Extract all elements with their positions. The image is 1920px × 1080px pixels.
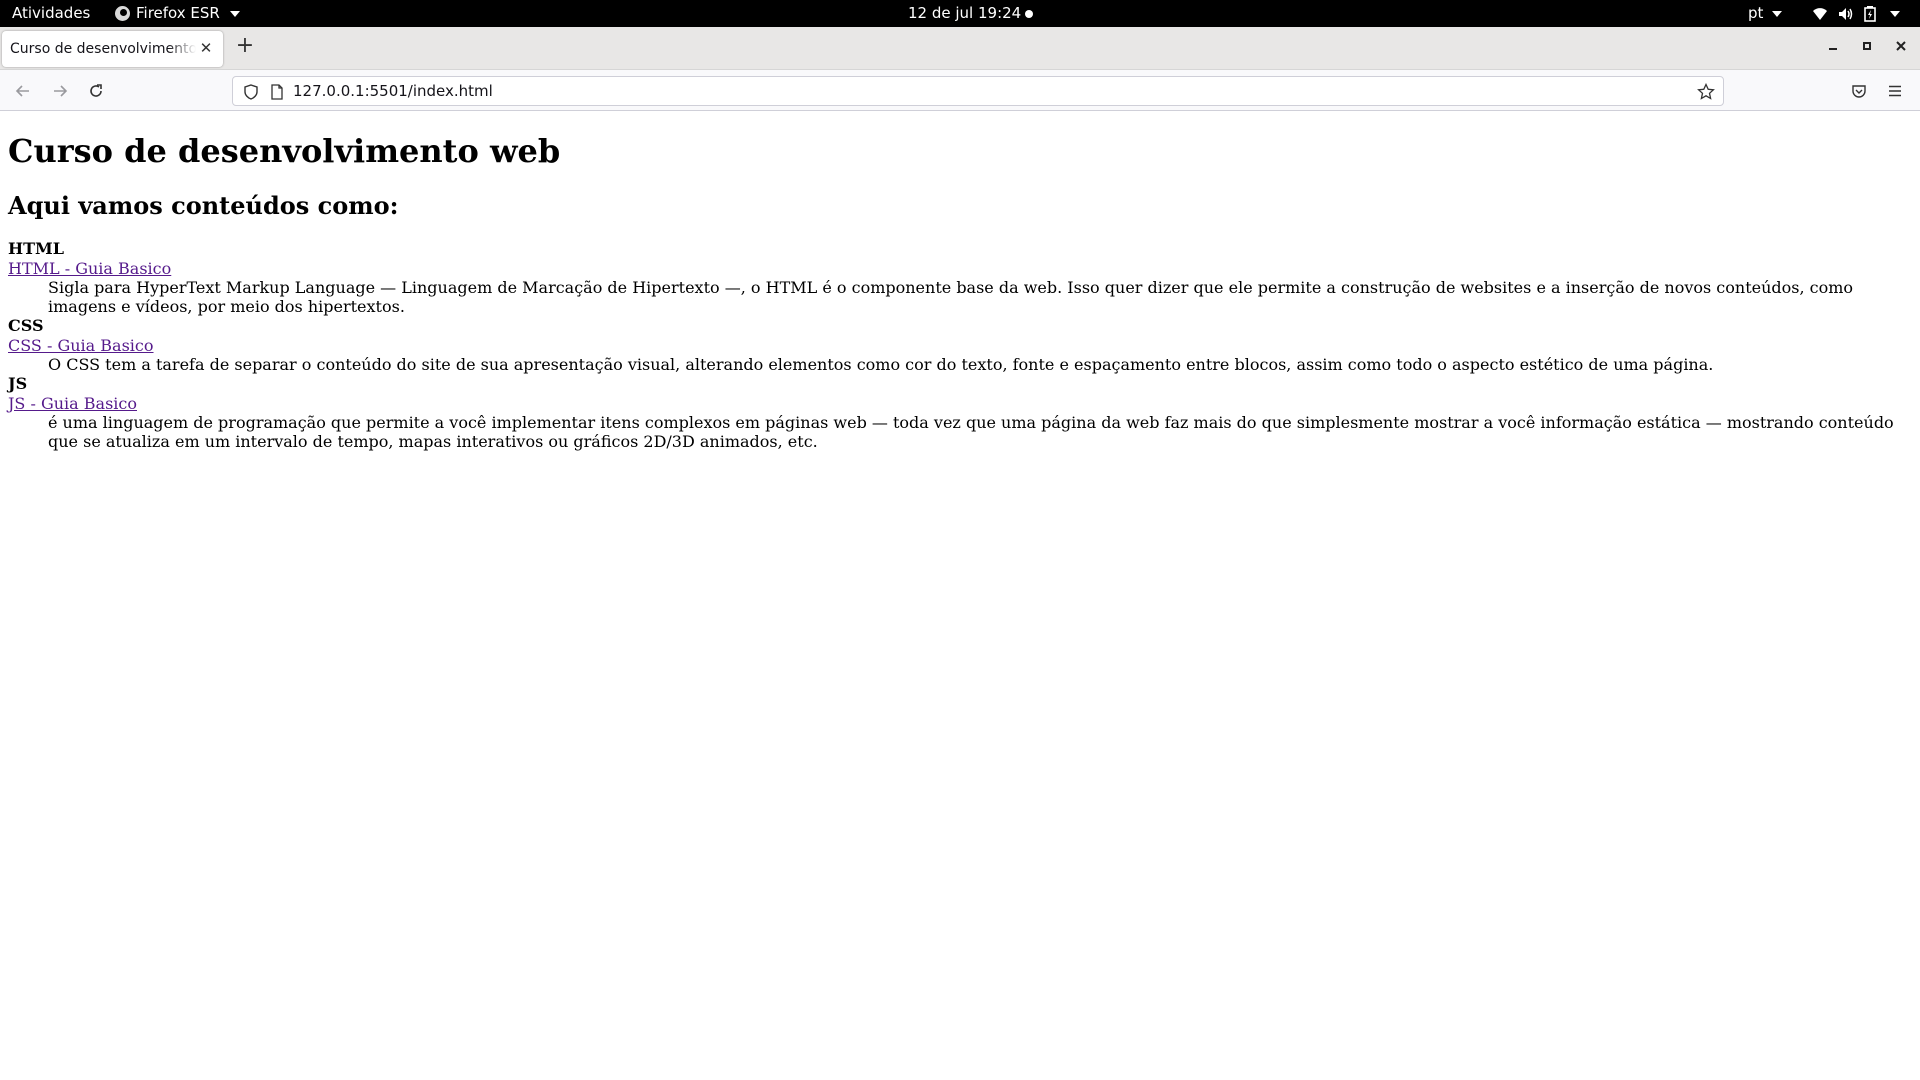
app-menu[interactable]: Firefox ESR (115, 0, 240, 27)
tab-active[interactable]: Curso de desenvolvimento web ✕ (2, 31, 223, 67)
system-top-bar: Atividades Firefox ESR 12 de jul 19:24 p… (0, 0, 1920, 27)
firefox-icon (115, 6, 130, 21)
tab-strip: Curso de desenvolvimento web ✕ + (0, 27, 1920, 70)
wifi-icon (1813, 7, 1827, 20)
activities-button[interactable]: Atividades (12, 0, 90, 27)
close-icon[interactable]: ✕ (197, 39, 215, 57)
app-name: Firefox ESR (136, 4, 220, 22)
battery-icon (1864, 5, 1876, 22)
js-guide-link[interactable]: JS - Guia Basico (8, 394, 1912, 414)
language-selector[interactable]: pt (1748, 0, 1783, 27)
clock[interactable]: 12 de jul 19:24 (908, 0, 1021, 27)
topic-term-css: CSS (8, 316, 44, 336)
topic-term-html: HTML (8, 239, 64, 259)
system-status-area[interactable] (1812, 0, 1900, 27)
topic-term-js: JS (8, 374, 28, 394)
back-icon (15, 85, 29, 97)
close-icon (1896, 41, 1906, 51)
page-subtitle: Aqui vamos conteúdos como: (8, 190, 399, 220)
address-bar[interactable]: 127.0.0.1:5501/index.html (232, 76, 1724, 106)
topic-description-html: Sigla para HyperText Markup Language — L… (48, 278, 1854, 317)
topic-description-css: O CSS tem a tarefa de separar o conteúdo… (48, 355, 1714, 375)
forward-icon (54, 85, 68, 97)
volume-icon (1839, 7, 1853, 20)
menu-icon (1889, 85, 1901, 97)
bookmark-star-icon[interactable] (1697, 83, 1715, 101)
minimize-icon (1829, 48, 1837, 50)
css-guide-link[interactable]: CSS - Guia Basico (8, 336, 1912, 356)
pocket-button[interactable] (1846, 78, 1872, 104)
topic-description-js: é uma linguagem de programação que permi… (48, 413, 1894, 452)
url-text[interactable]: 127.0.0.1:5501/index.html (293, 77, 493, 105)
navigation-toolbar: 127.0.0.1:5501/index.html (0, 70, 1920, 111)
chevron-down-icon (1772, 10, 1783, 17)
page-icon[interactable] (269, 84, 285, 100)
chevron-down-icon (229, 10, 240, 17)
page-content: Curso de desenvolvimento web Aqui vamos … (0, 111, 1920, 1080)
topics-list: HTML HTML - Guia Basico Sigla para Hyper… (8, 239, 1912, 451)
system-menu-caret-icon (1890, 10, 1900, 17)
app-menu-button[interactable] (1882, 78, 1908, 104)
window-close-button[interactable] (1891, 36, 1911, 56)
maximize-icon (1863, 42, 1871, 50)
back-button[interactable] (10, 78, 36, 104)
maximize-button[interactable] (1857, 36, 1877, 56)
page-title: Curso de desenvolvimento web (8, 132, 561, 170)
forward-button[interactable] (47, 78, 73, 104)
notification-dot-icon (1025, 10, 1033, 18)
shield-icon[interactable] (243, 84, 259, 100)
reload-button[interactable] (83, 78, 109, 104)
pocket-icon (1852, 85, 1866, 98)
language-label: pt (1748, 4, 1764, 22)
new-tab-button[interactable]: + (234, 35, 256, 57)
html-guide-link[interactable]: HTML - Guia Basico (8, 259, 1912, 279)
tab-title: Curso de desenvolvimento web (10, 41, 196, 57)
reload-icon (90, 84, 102, 97)
minimize-button[interactable] (1823, 36, 1843, 56)
